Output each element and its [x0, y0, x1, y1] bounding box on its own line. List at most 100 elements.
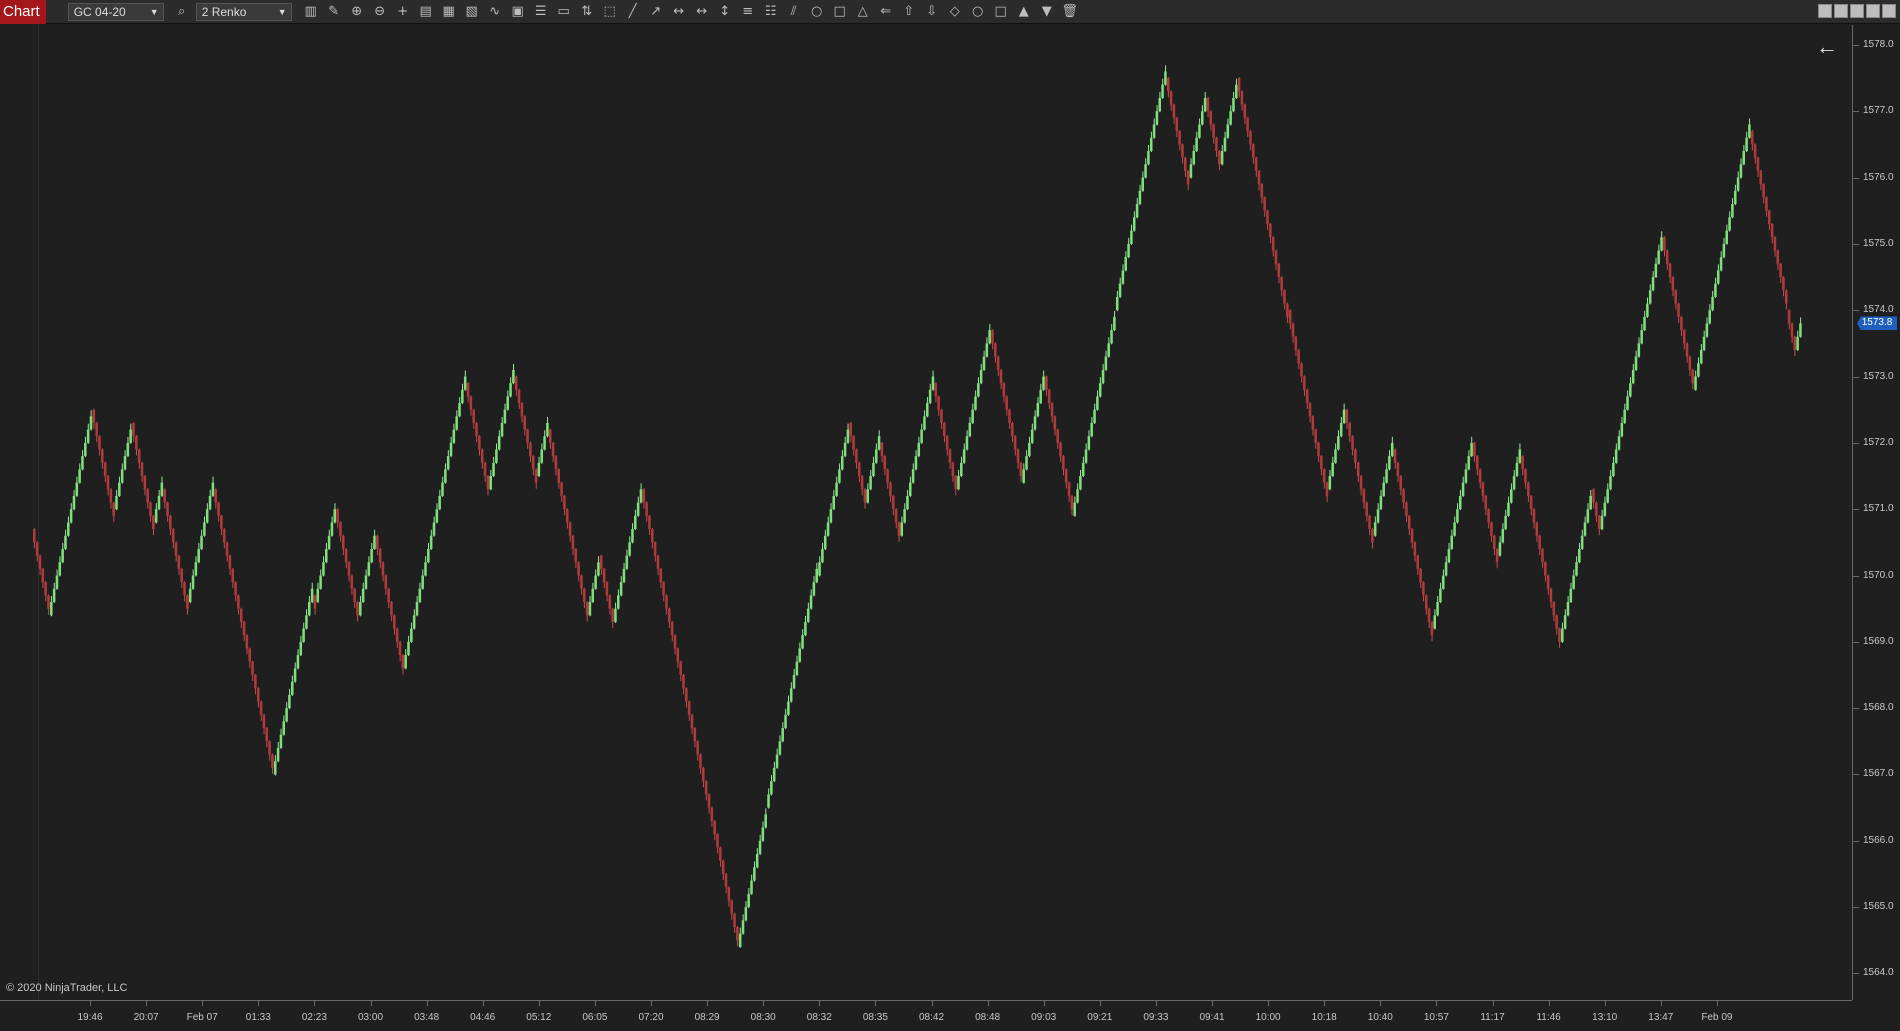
indicators-icon[interactable]: ▧	[462, 2, 482, 22]
triangle-up-icon[interactable]: ▲	[1014, 2, 1034, 22]
renko-brick-up	[1164, 71, 1167, 85]
renko-brick-down	[220, 515, 223, 530]
properties-icon[interactable]: ▤	[416, 2, 436, 22]
zoom-out-icon[interactable]: ⊖	[370, 2, 390, 22]
renko-brick-up	[979, 369, 983, 384]
search-icon[interactable]: ⌕	[172, 2, 192, 22]
time-label: Feb 09	[1701, 1012, 1733, 1023]
time-label: 08:42	[918, 1012, 945, 1023]
arrows-icon[interactable]: ⇅	[577, 2, 597, 22]
list-icon[interactable]: ☰	[531, 2, 551, 22]
triangle-down-icon[interactable]: ▼	[1037, 2, 1057, 22]
renko-brick-down	[690, 714, 694, 729]
renko-brick-down	[954, 476, 957, 490]
renko-brick-up	[1339, 422, 1343, 437]
renko-brick-down	[393, 615, 396, 629]
strategies-icon[interactable]: ∿	[485, 2, 505, 22]
renko-brick-down	[1308, 403, 1312, 417]
renko-brick-up	[835, 482, 838, 496]
bars-icon[interactable]: ▥	[301, 2, 321, 22]
channel-icon[interactable]: ⫽	[784, 2, 804, 22]
renko-brick-down	[1419, 568, 1422, 583]
data-box-icon[interactable]: ▣	[508, 2, 528, 22]
renko-brick-up	[1155, 111, 1159, 125]
arrow-down-icon[interactable]: ⇩	[922, 2, 942, 22]
crosshair-icon[interactable]: +	[393, 2, 413, 22]
renko-brick-up	[1702, 336, 1706, 350]
renko-brick-up	[744, 907, 748, 921]
renko-brick-up	[367, 562, 371, 576]
renko-brick-up	[917, 442, 921, 457]
ruler-icon[interactable]: ▭	[554, 2, 574, 22]
renko-brick-down	[568, 522, 572, 536]
renko-brick-up	[1600, 515, 1604, 530]
renko-brick-up	[1719, 257, 1723, 271]
renko-brick-up	[872, 462, 875, 477]
renko-brick-up	[594, 575, 597, 589]
arrow-up-icon[interactable]: ⇧	[899, 2, 919, 22]
zoom-in-icon[interactable]: ⊕	[347, 2, 367, 22]
bar-type-selector[interactable]: 2 Renko ▼	[195, 2, 292, 21]
rectangle-select-icon[interactable]: ⬚	[600, 2, 620, 22]
renko-brick-up	[1515, 462, 1519, 477]
renko-brick-up	[333, 509, 337, 523]
renko-brick-down	[475, 422, 478, 437]
renko-brick-up	[1042, 376, 1045, 390]
trash-icon[interactable]: 🗑	[1060, 2, 1080, 22]
extended-line-icon[interactable]: ↔	[669, 2, 689, 22]
renko-brick-down	[1779, 263, 1782, 278]
vertical-line-icon[interactable]: ↕	[715, 2, 735, 22]
renko-brick-down	[1793, 336, 1797, 350]
instrument-selector[interactable]: GC 04-20 ▼	[67, 2, 164, 21]
renko-brick-up	[1626, 396, 1629, 410]
diamond-icon[interactable]: ◇	[945, 2, 965, 22]
line-icon[interactable]: ╱	[623, 2, 643, 22]
tile-icon[interactable]	[1818, 4, 1832, 18]
renko-brick-down	[376, 535, 379, 549]
templates-icon[interactable]: ▦	[439, 2, 459, 22]
square-icon[interactable]: □	[991, 2, 1011, 22]
renko-brick-up	[1337, 436, 1340, 450]
renko-brick-down	[1322, 469, 1326, 483]
chart-tab[interactable]: Chart	[0, 0, 46, 24]
dot-icon[interactable]: ○	[968, 2, 988, 22]
lines-icon[interactable]: ≡	[738, 2, 758, 22]
time-axis[interactable]: 19:46 20:07 Feb 07 01:33 02:23 03:00 03:48 04:4…	[0, 1000, 1852, 1031]
maximize-icon[interactable]	[1866, 4, 1880, 18]
renko-brick-down	[1362, 489, 1366, 503]
renko-brick-up	[1342, 409, 1346, 423]
time-tick	[1380, 1001, 1382, 1006]
time-label: 08:29	[694, 1012, 720, 1023]
tile-icon[interactable]	[1834, 4, 1848, 18]
minimize-icon[interactable]	[1850, 4, 1864, 18]
renko-brick-down	[112, 502, 115, 516]
renko-brick-down	[1186, 170, 1190, 185]
ellipse-icon[interactable]: ○	[807, 2, 827, 22]
renko-brick-down	[520, 403, 524, 417]
rectangle-icon[interactable]: □	[830, 2, 850, 22]
renko-brick-down	[940, 409, 943, 423]
renko-brick-down	[1064, 469, 1068, 483]
pencil-icon[interactable]: ✎	[324, 2, 344, 22]
arrow-line-icon[interactable]: ⇐	[876, 2, 896, 22]
price-axis[interactable]: 1573.8 1578.0 1577.0 1576.0 1575.0 1574.0 157…	[1852, 25, 1900, 1000]
time-tick	[1492, 1001, 1494, 1006]
triangle-icon[interactable]: △	[853, 2, 873, 22]
renko-brick-down	[469, 396, 473, 410]
renko-brick-down	[565, 509, 569, 523]
renko-brick-down	[1243, 104, 1247, 118]
back-arrow-icon[interactable]: ←	[1816, 36, 1838, 58]
renko-brick-down	[1668, 263, 1672, 278]
renko-brick-up	[64, 535, 67, 549]
renko-brick-down	[339, 522, 342, 536]
close-icon[interactable]	[1882, 4, 1896, 18]
renko-brick-down	[234, 582, 237, 596]
fib-icon[interactable]: ☷	[761, 2, 781, 22]
renko-brick-down	[480, 449, 484, 463]
renko-brick-down	[109, 489, 113, 503]
renko-brick-down	[242, 621, 246, 636]
renko-brick-down	[1767, 210, 1771, 224]
renko-brick-up	[123, 456, 127, 470]
horizontal-line-icon[interactable]: ↔	[692, 2, 712, 22]
ray-icon[interactable]: ↗	[646, 2, 666, 22]
